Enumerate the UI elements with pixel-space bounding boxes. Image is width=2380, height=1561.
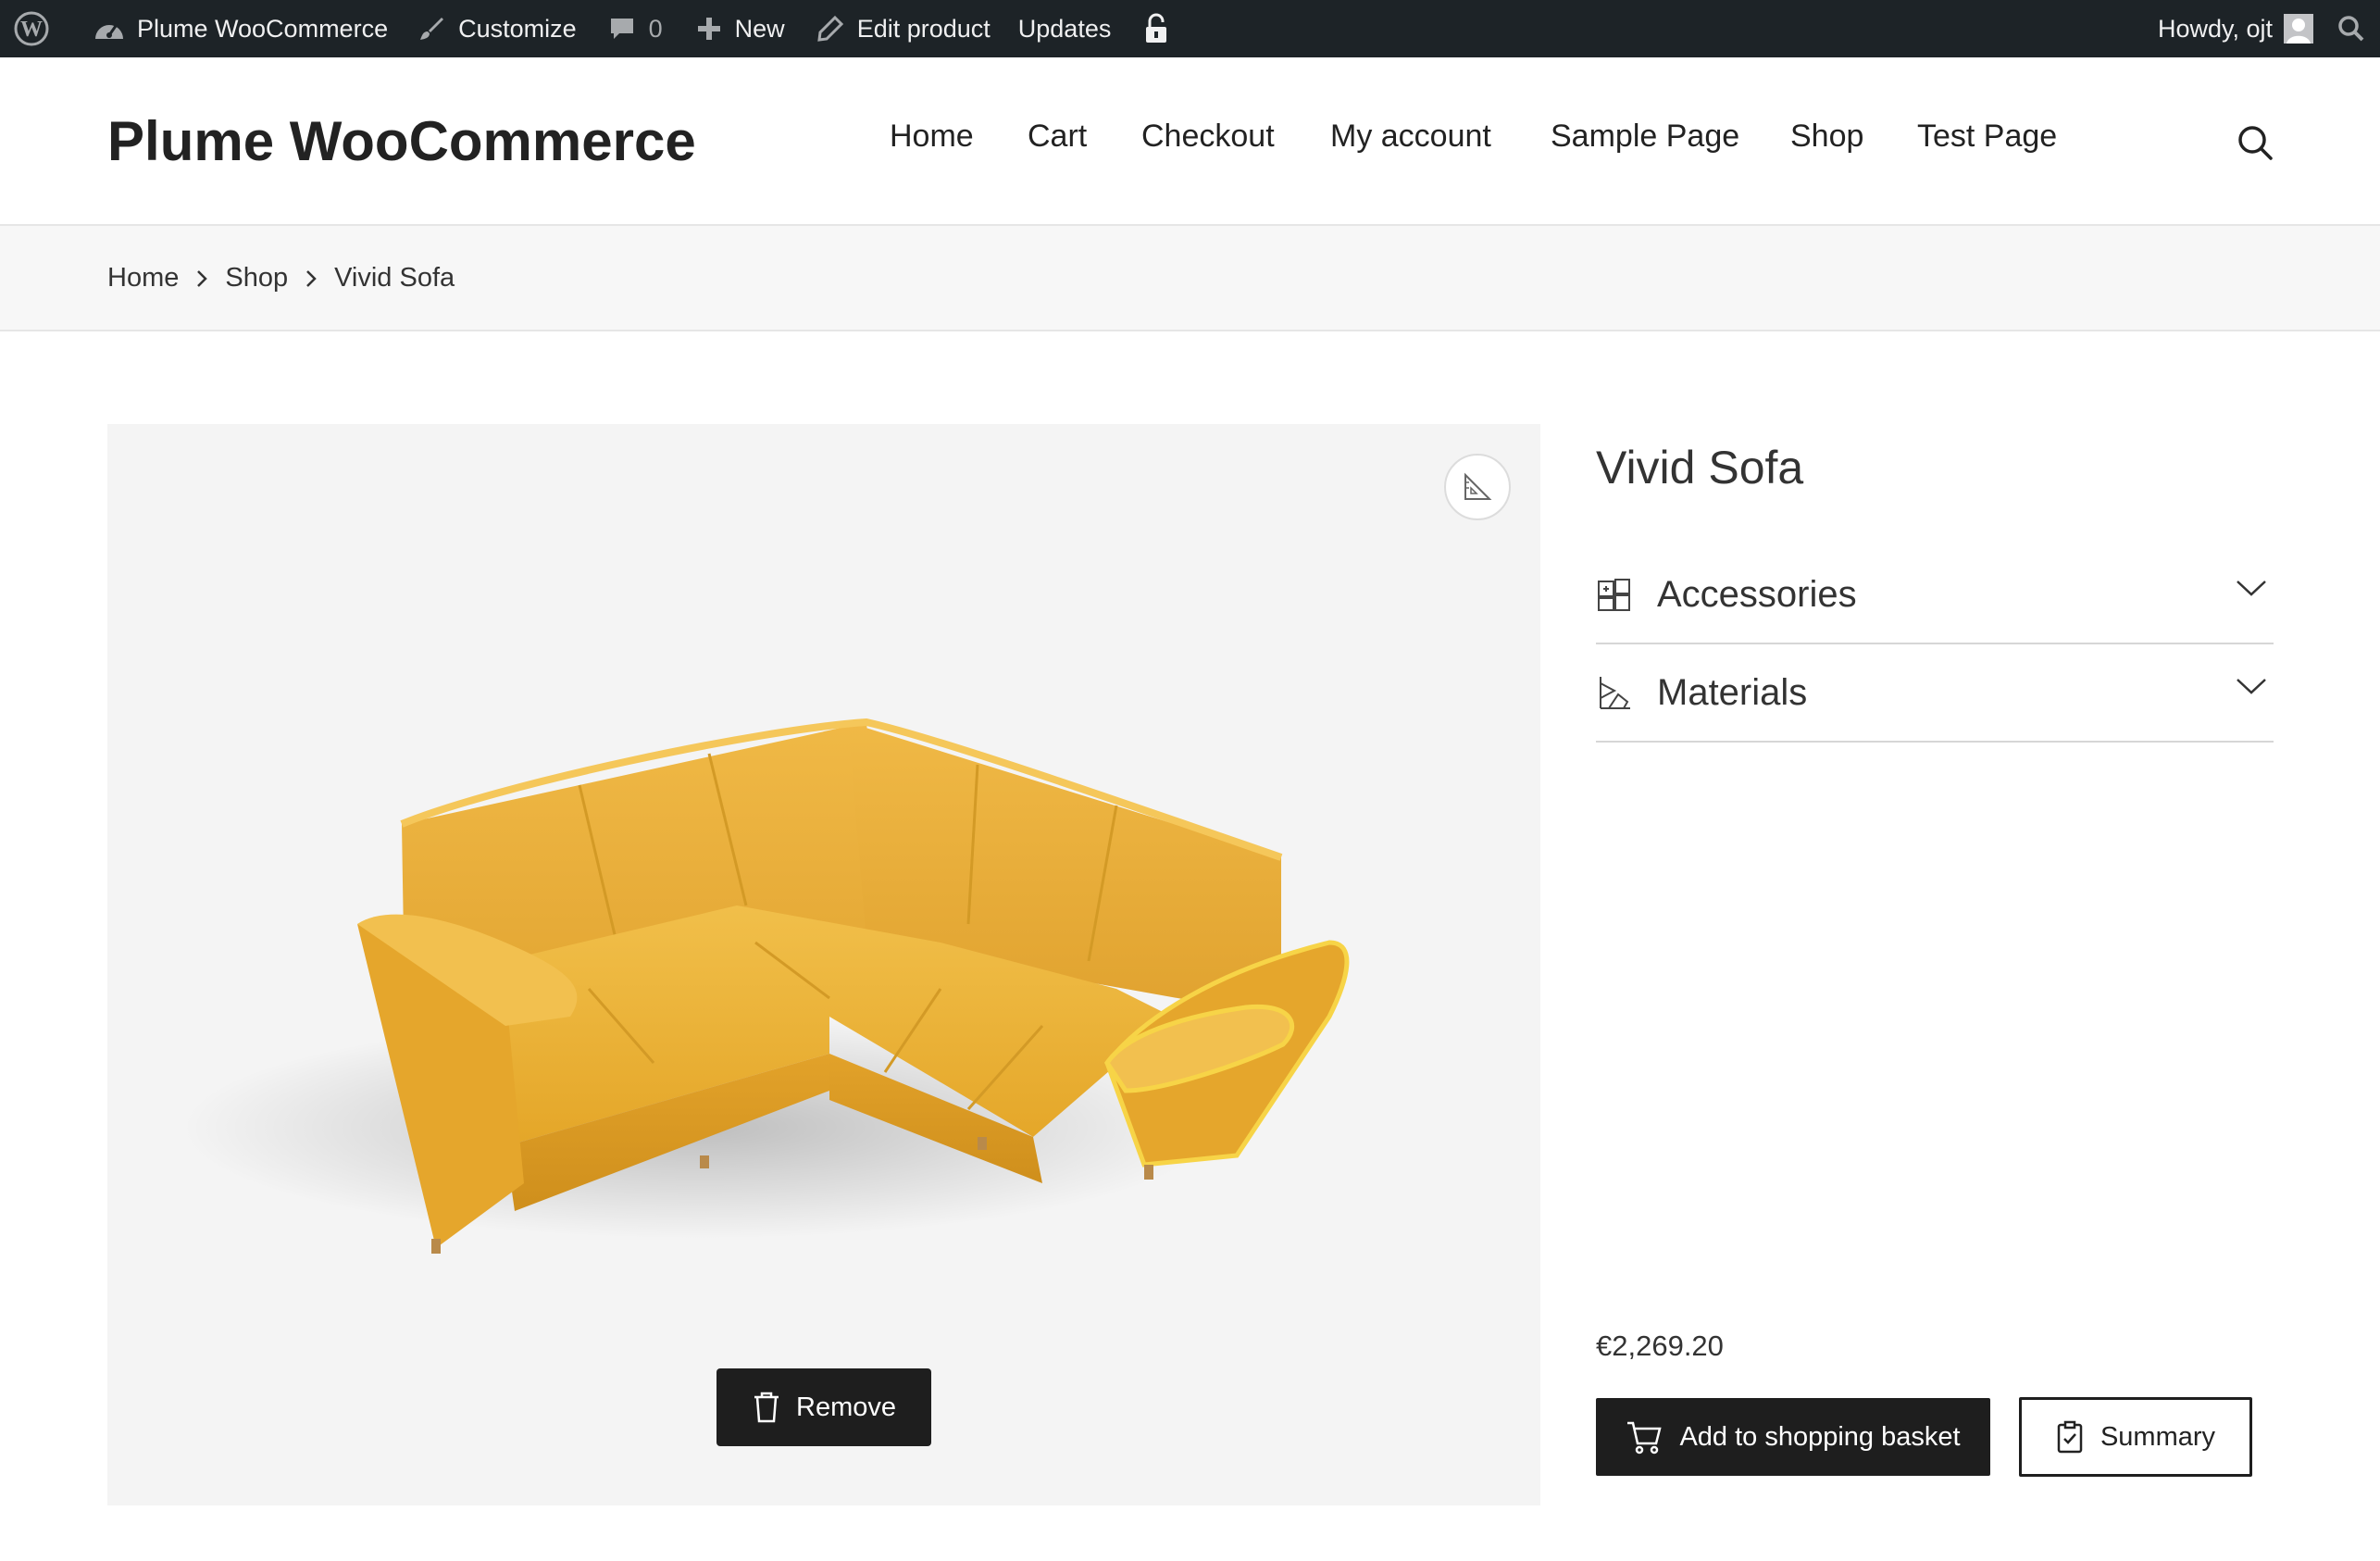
unlock-icon	[1146, 13, 1167, 43]
chevron-down-icon	[2237, 679, 2266, 694]
add-to-basket-button[interactable]: Add to shopping basket	[1596, 1398, 1990, 1476]
breadcrumb-home[interactable]: Home	[107, 263, 179, 293]
my-account-link[interactable]: Howdy, ojt	[2158, 0, 2313, 57]
customize-label: Customize	[458, 14, 577, 43]
brush-icon	[420, 18, 444, 40]
remove-button[interactable]: Remove	[716, 1368, 931, 1446]
site-title[interactable]: Plume WooCommerce	[107, 109, 696, 173]
nav-item-shop[interactable]: Shop	[1790, 119, 1863, 155]
edit-product-link[interactable]: Edit product	[816, 0, 991, 57]
product-price: €2,269.20	[1596, 1330, 1724, 1362]
summary-button[interactable]: Summary	[2019, 1397, 2252, 1477]
product-3d-viewer[interactable]: Remove	[107, 424, 1540, 1505]
chevron-down-icon	[2237, 581, 2266, 596]
chevron-right-icon	[305, 268, 318, 289]
customize-link[interactable]: Customize	[417, 0, 577, 57]
product-title: Vivid Sofa	[1596, 442, 1804, 493]
dashboard-icon	[95, 25, 123, 39]
admin-site-name: Plume WooCommerce	[137, 14, 389, 43]
comments-link[interactable]: 0	[608, 0, 663, 57]
dimensions-button[interactable]	[1444, 454, 1511, 520]
avatar	[2284, 14, 2313, 44]
breadcrumb-shop[interactable]: Shop	[225, 263, 288, 293]
ruler-triangle-icon	[1464, 472, 1492, 500]
breadcrumb-current: Vivid Sofa	[334, 263, 455, 293]
summary-label: Summary	[2100, 1421, 2216, 1452]
accordion-label-materials: Materials	[1657, 671, 1808, 713]
sofa-3d-model[interactable]	[107, 424, 1540, 1505]
clipboard-check-icon	[2057, 1420, 2083, 1454]
edit-product-label: Edit product	[856, 14, 991, 43]
comments-count: 0	[648, 14, 663, 43]
new-label: New	[734, 14, 785, 43]
remove-label: Remove	[796, 1392, 896, 1422]
search-icon	[2238, 126, 2273, 160]
chevron-right-icon	[195, 268, 208, 289]
nav-item-checkout[interactable]: Checkout	[1141, 119, 1275, 155]
nav-item-home[interactable]: Home	[890, 119, 974, 155]
svg-text:W: W	[20, 18, 43, 42]
user-icon	[2287, 19, 2311, 44]
nav-item-sample-page[interactable]: Sample Page	[1551, 119, 1739, 155]
nav-item-my-account[interactable]: My account	[1330, 119, 1491, 155]
wordpress-icon: W	[14, 11, 49, 46]
admin-bar: W Plume WooCommerce Customize 0 New Edit…	[0, 0, 2380, 57]
wordpress-logo-button[interactable]: W	[13, 0, 50, 57]
pencil-icon	[816, 15, 843, 42]
breadcrumb: Home Shop Vivid Sofa	[107, 263, 455, 293]
howdy-label: Howdy, ojt	[2157, 14, 2273, 43]
add-to-basket-label: Add to shopping basket	[1679, 1421, 1961, 1452]
search-icon	[2338, 16, 2364, 42]
accordion-materials[interactable]: Materials	[1596, 644, 2274, 743]
accessories-icon	[1598, 579, 1630, 611]
materials-icon	[1600, 677, 1630, 709]
updates-link[interactable]: Updates	[1018, 0, 1112, 57]
new-content-link[interactable]: New	[696, 0, 785, 57]
updates-label: Updates	[1017, 14, 1112, 43]
nav-item-test-page[interactable]: Test Page	[1917, 119, 2057, 155]
comment-icon	[610, 19, 633, 39]
accordion-label-accessories: Accessories	[1657, 573, 1857, 615]
cart-icon	[1627, 1421, 1663, 1455]
nav-item-cart[interactable]: Cart	[1028, 119, 1087, 155]
admin-search-button[interactable]	[2337, 0, 2365, 57]
accordion-accessories[interactable]: Accessories	[1596, 546, 2274, 644]
plus-icon	[697, 18, 720, 40]
header-search-button[interactable]	[2237, 124, 2274, 166]
breadcrumb-bar: Home Shop Vivid Sofa	[0, 224, 2380, 331]
admin-site-link[interactable]: Plume WooCommerce	[93, 0, 388, 57]
security-link[interactable]	[1144, 0, 1168, 57]
trash-icon	[754, 1392, 779, 1423]
